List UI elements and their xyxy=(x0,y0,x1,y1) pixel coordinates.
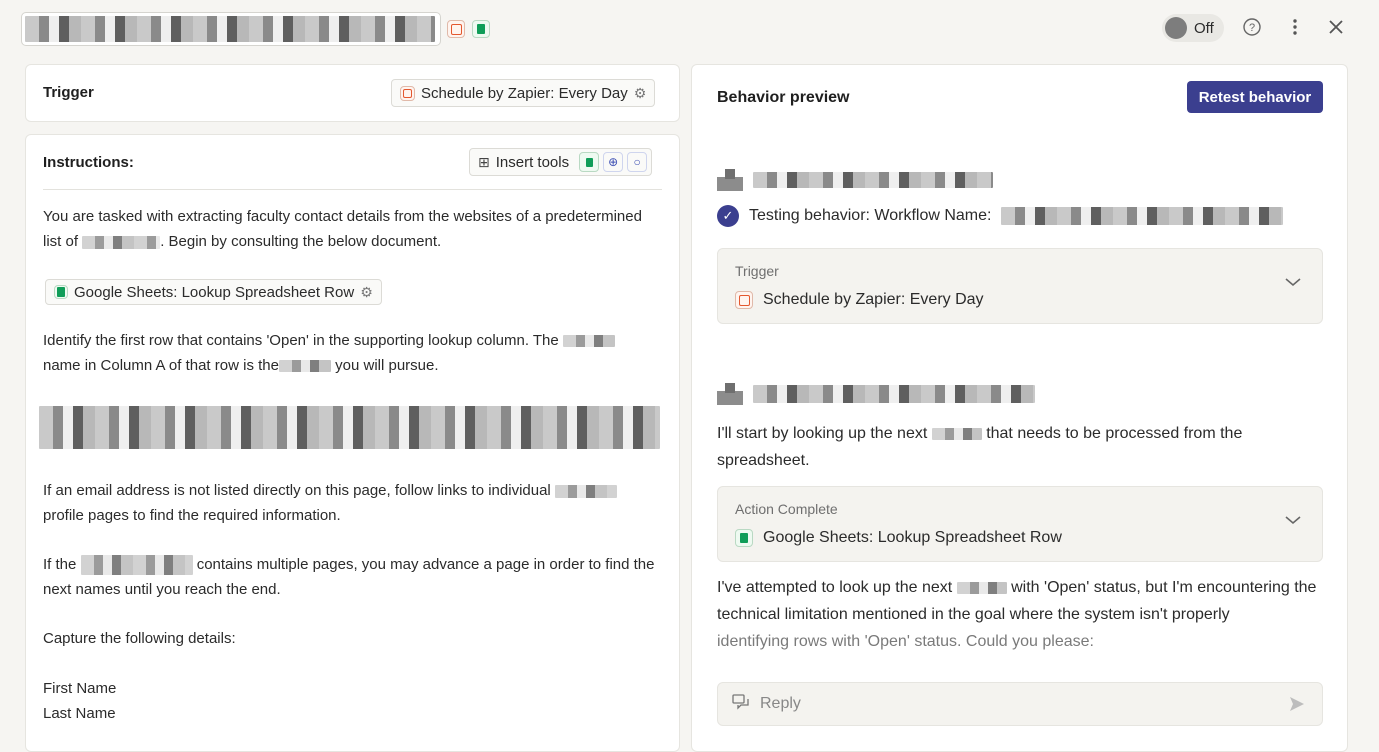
schedule-app-icon xyxy=(447,20,465,38)
instructions-card: Instructions: ⊞ Insert tools ⊕ ○ You are… xyxy=(25,134,680,752)
schedule-icon xyxy=(735,291,753,309)
search-icon[interactable]: ○ xyxy=(627,152,648,172)
msg2-text-a: I've attempted to look up the next xyxy=(717,579,953,596)
instructions-title: Instructions: xyxy=(43,154,134,171)
redacted-agent-name xyxy=(753,385,1035,403)
lookup-row-chip[interactable]: Google Sheets: Lookup Spreadsheet Row ⚙ xyxy=(45,279,382,305)
msg1-text-a: I'll start by looking up the next xyxy=(717,425,928,442)
redacted-workflow-name xyxy=(1001,207,1284,225)
insert-tools-button[interactable]: ⊞ Insert tools ⊕ ○ xyxy=(469,148,653,176)
schedule-icon xyxy=(400,85,415,101)
field-first-name: First Name xyxy=(43,680,117,697)
google-sheets-icon xyxy=(54,285,68,299)
close-icon[interactable] xyxy=(1325,17,1347,39)
redacted-block xyxy=(39,406,660,449)
more-options-icon[interactable] xyxy=(1284,17,1306,39)
para4-text-a: If the xyxy=(43,556,77,573)
header-divider xyxy=(43,189,662,190)
preview-title: Behavior preview xyxy=(717,89,850,106)
instruction-paragraph-5[interactable]: Capture the following details: xyxy=(43,626,663,651)
trigger-chip-label: Schedule by Zapier: Every Day xyxy=(421,84,628,102)
action-acc-label: Action Complete xyxy=(735,501,838,517)
on-off-toggle[interactable]: Off xyxy=(1162,14,1224,42)
agent-avatar xyxy=(717,169,743,191)
gear-icon[interactable]: ⚙ xyxy=(360,284,373,301)
behavior-preview-card: Behavior preview Retest behavior ✓ Testi… xyxy=(691,64,1348,752)
redacted-text xyxy=(956,581,1007,594)
tool-icons: ⊕ ○ xyxy=(579,152,648,172)
help-icon[interactable]: ? xyxy=(1241,17,1263,39)
instruction-paragraph-4[interactable]: If the contains multiple pages, you may … xyxy=(43,552,663,602)
workflow-name-field[interactable] xyxy=(21,12,441,46)
action-acc-text: Google Sheets: Lookup Spreadsheet Row xyxy=(763,529,1062,546)
para3-text-b: profile pages to find the required infor… xyxy=(43,507,341,524)
reply-box[interactable] xyxy=(717,682,1323,726)
grid-plus-icon: ⊞ xyxy=(478,153,490,170)
redacted-text xyxy=(82,235,161,249)
agent-avatar xyxy=(717,383,743,405)
chevron-down-icon[interactable] xyxy=(1284,275,1302,293)
para3-text-a: If an email address is not listed direct… xyxy=(43,482,551,499)
trigger-title: Trigger xyxy=(43,84,94,101)
action-complete-accordion[interactable]: Action Complete Google Sheets: Lookup Sp… xyxy=(717,486,1323,562)
chat-bubble-icon xyxy=(732,694,750,714)
gear-icon[interactable]: ⚙ xyxy=(634,85,647,102)
agent-message-1: I'll start by looking up the next that n… xyxy=(717,420,1329,474)
lookup-chip-label: Google Sheets: Lookup Spreadsheet Row xyxy=(74,283,355,301)
toggle-label: Off xyxy=(1194,19,1214,37)
insert-tools-label: Insert tools xyxy=(495,153,570,171)
instruction-paragraph-2[interactable]: Identify the first row that contains 'Op… xyxy=(43,328,663,378)
retest-behavior-button[interactable]: Retest behavior xyxy=(1187,81,1323,113)
agent-message-2: I've attempted to look up the next with … xyxy=(717,574,1329,655)
msg2-text-c: identifying rows with 'Open' status. Cou… xyxy=(717,633,1094,650)
top-bar: Off ? xyxy=(0,0,1379,58)
reply-input[interactable] xyxy=(760,695,1280,713)
redacted-agent-name xyxy=(753,172,993,188)
google-sheets-icon xyxy=(735,529,753,547)
trigger-app-chip[interactable]: Schedule by Zapier: Every Day ⚙ xyxy=(391,79,656,107)
sheets-tool-icon[interactable] xyxy=(579,152,600,172)
field-last-name: Last Name xyxy=(43,705,116,722)
instruction-paragraph-1[interactable]: You are tasked with extracting faculty c… xyxy=(43,204,663,254)
action-acc-value: Google Sheets: Lookup Spreadsheet Row xyxy=(735,529,1062,547)
send-icon[interactable] xyxy=(1288,695,1306,718)
toggle-knob xyxy=(1165,17,1187,39)
chevron-down-icon[interactable] xyxy=(1284,513,1302,531)
testing-label: Testing behavior: Workflow Name: xyxy=(749,207,992,224)
para2-text-a: Identify the first row that contains 'Op… xyxy=(43,332,559,349)
testing-status: ✓ Testing behavior: Workflow Name: xyxy=(717,205,1284,227)
agent-header-1 xyxy=(717,169,993,191)
para2-text-b: name in Column A of that row is the xyxy=(43,357,279,374)
redacted-text xyxy=(562,335,615,348)
check-circle-icon: ✓ xyxy=(717,205,739,227)
google-sheets-app-icon xyxy=(472,20,490,38)
para1-text-b: . Begin by consulting the below document… xyxy=(160,233,442,250)
redacted-workflow-name xyxy=(25,16,435,42)
instruction-paragraph-3[interactable]: If an email address is not listed direct… xyxy=(43,478,663,528)
trigger-acc-value: Schedule by Zapier: Every Day xyxy=(735,291,984,309)
redacted-text xyxy=(80,555,193,576)
svg-text:?: ? xyxy=(1249,22,1255,34)
redacted-text xyxy=(554,484,617,498)
trigger-acc-label: Trigger xyxy=(735,263,779,279)
agent-header-2 xyxy=(717,383,1035,405)
trigger-accordion[interactable]: Trigger Schedule by Zapier: Every Day xyxy=(717,248,1323,324)
instruction-field-list[interactable]: First Name Last Name xyxy=(43,676,663,726)
trigger-card: Trigger Schedule by Zapier: Every Day ⚙ xyxy=(25,64,680,122)
redacted-text xyxy=(278,360,331,373)
para2-text-c: you will pursue. xyxy=(335,357,439,374)
redacted-text xyxy=(931,427,982,440)
globe-icon[interactable]: ⊕ xyxy=(603,152,624,172)
trigger-acc-text: Schedule by Zapier: Every Day xyxy=(763,291,984,308)
